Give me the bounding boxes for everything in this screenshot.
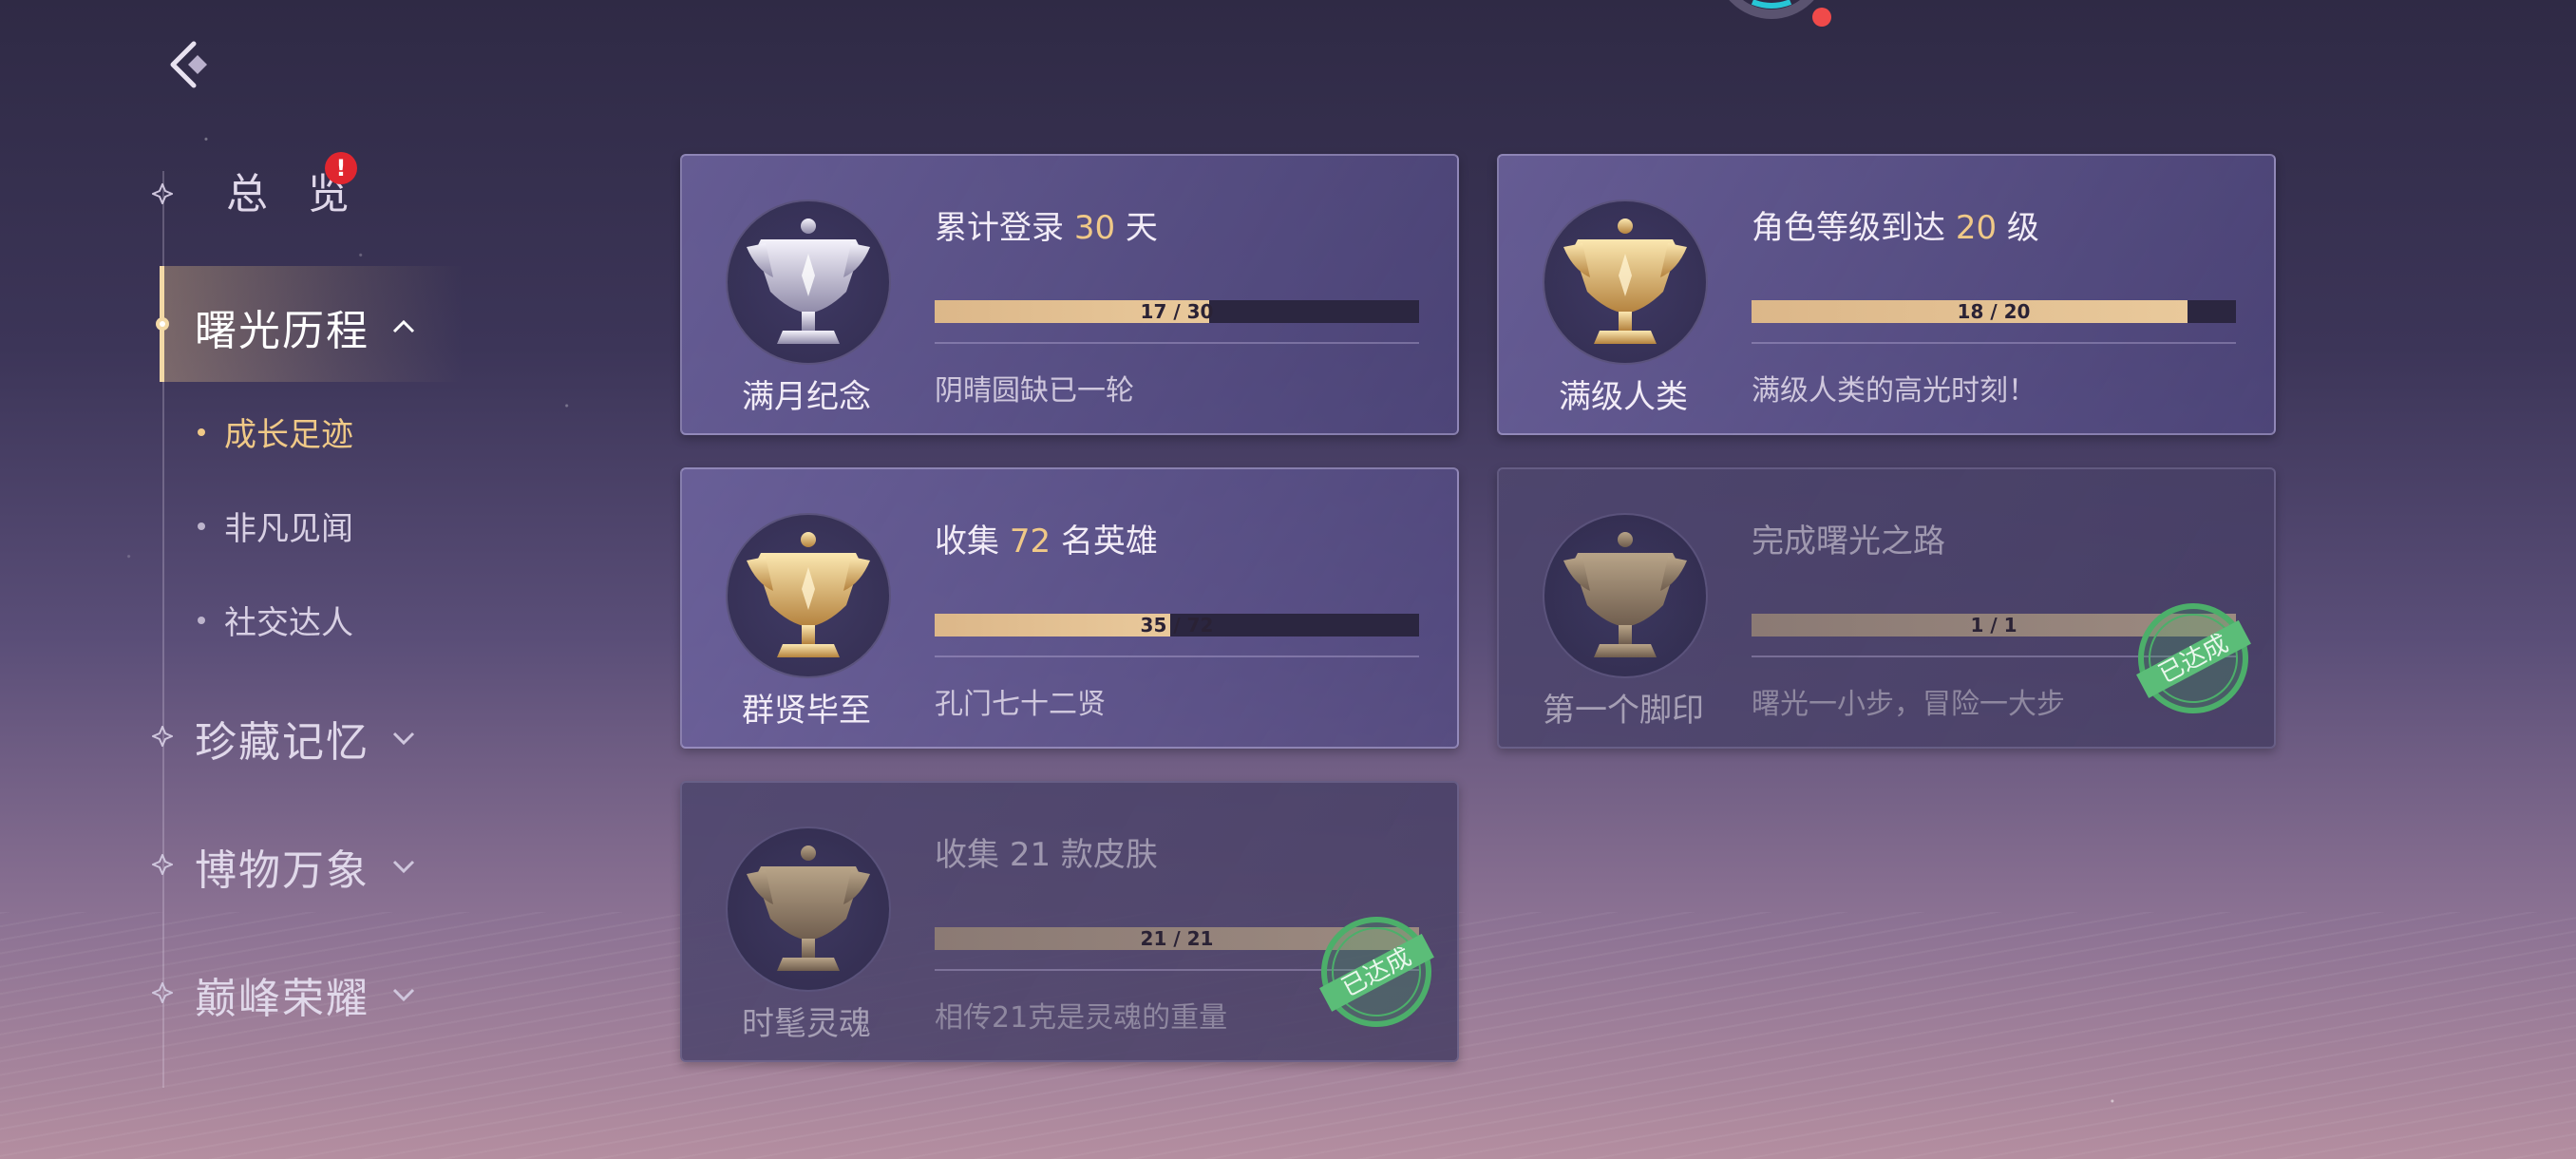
nav-group-label: 曙光历程 [195, 307, 369, 355]
nav-sub-item-social[interactable]: 社交达人 [198, 597, 353, 643]
nav-group-label: 巅峰荣耀 [195, 975, 369, 1023]
chevron-down-icon [392, 860, 415, 874]
back-arrow-icon[interactable] [160, 36, 217, 93]
achievement-description: 孔门七十二贤 [935, 688, 1106, 721]
achievement-description: 相传21克是灵魂的重量 [935, 1001, 1228, 1035]
achievement-card-monthly[interactable]: 满月纪念 累计登录 30 天 17 / 30 阴晴圆缺已一轮 [680, 154, 1459, 435]
bronze-trophy-icon [728, 828, 889, 990]
nav-sub-item-label: 成长足迹 [224, 416, 353, 454]
achievement-description: 满级人类的高光时刻！ [1752, 374, 2036, 408]
trophy-frame [726, 200, 891, 365]
achievement-card-max-level[interactable]: 满级人类 角色等级到达 20 级 18 / 20 满级人类的高光时刻！ [1497, 154, 2276, 435]
divider [935, 656, 1419, 657]
top-status-ring-icon [1729, 0, 1831, 27]
chevron-down-icon [392, 988, 415, 1002]
nav-sub-item-growth[interactable]: 成长足迹 [198, 408, 353, 455]
nav-sub-item-label: 非凡见闻 [224, 510, 353, 548]
diamond-marker-icon [152, 183, 173, 204]
progress-text: 18 / 20 [1957, 300, 2031, 323]
achievement-name: 群贤毕至 [742, 692, 871, 730]
diamond-marker-icon [152, 726, 173, 747]
divider [1752, 342, 2236, 344]
progress-bar: 17 / 30 [935, 300, 1419, 323]
achievement-title: 累计登录 30 天 [935, 209, 1158, 247]
completed-stamp-icon: 已达成 [1319, 917, 1434, 1027]
bullet-dot [198, 522, 205, 530]
achievement-description: 阴晴圆缺已一轮 [935, 374, 1134, 408]
diamond-marker-icon [152, 854, 173, 875]
trophy-frame [726, 826, 891, 992]
bronze-trophy-icon [1544, 515, 1706, 676]
trophy-frame [726, 513, 891, 678]
gold-trophy-icon [728, 515, 889, 676]
completed-stamp-icon: 已达成 [2136, 603, 2251, 713]
achievement-description: 曙光一小步，冒险一大步 [1752, 688, 2065, 721]
achievement-card-heroes[interactable]: 群贤毕至 收集 72 名英雄 35 / 72 孔门七十二贤 [680, 467, 1459, 749]
achievement-name: 满级人类 [1559, 378, 1688, 416]
achievement-title: 角色等级到达 20 级 [1752, 209, 2039, 247]
nav-group-label: 博物万象 [195, 846, 369, 895]
notification-badge: ! [325, 152, 357, 184]
achievement-card-fashion-soul[interactable]: 时髦灵魂 收集 21 款皮肤 21 / 21 相传21克是灵魂的重量 已达成 [680, 781, 1459, 1062]
progress-bar: 35 / 72 [935, 614, 1419, 636]
gold-trophy-icon [1544, 201, 1706, 363]
achievement-title: 完成曙光之路 [1752, 522, 1945, 560]
progress-text: 17 / 30 [1140, 300, 1214, 323]
diamond-marker-icon [152, 982, 173, 1003]
achievement-title: 收集 72 名英雄 [935, 522, 1158, 560]
trophy-frame [1543, 200, 1708, 365]
progress-text: 35 / 72 [1140, 614, 1214, 636]
nav-sub-item-label: 社交达人 [224, 604, 353, 642]
progress-bar: 18 / 20 [1752, 300, 2236, 323]
chevron-down-icon [392, 732, 415, 746]
chevron-up-icon [392, 319, 415, 333]
achievement-title: 收集 21 款皮肤 [935, 836, 1158, 874]
achievement-card-first-footprint[interactable]: 第一个脚印 完成曙光之路 1 / 1 曙光一小步，冒险一大步 已达成 [1497, 467, 2276, 749]
nav-sub-item-extraordinary[interactable]: 非凡见闻 [198, 503, 353, 549]
achievement-name: 时髦灵魂 [742, 1005, 871, 1043]
achievement-name: 满月纪念 [742, 378, 871, 416]
achievement-name: 第一个脚印 [1543, 692, 1704, 730]
silver-trophy-icon [728, 201, 889, 363]
divider [935, 342, 1419, 344]
trophy-frame [1543, 513, 1708, 678]
bullet-dot [198, 428, 205, 436]
active-circle-marker-icon [156, 317, 169, 331]
nav-group-label: 珍藏记忆 [195, 718, 369, 767]
bullet-dot [198, 616, 205, 624]
